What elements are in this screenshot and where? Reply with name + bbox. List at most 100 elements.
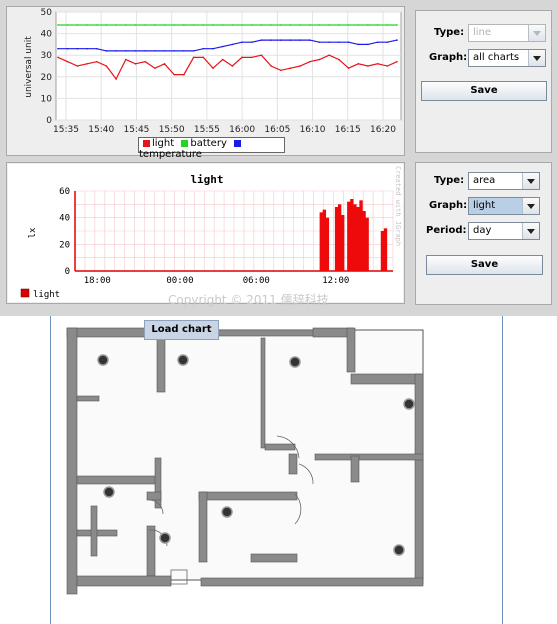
data-point-battery (154, 24, 156, 26)
load-chart-button[interactable]: Load chart (144, 320, 219, 340)
area-bar (365, 217, 369, 271)
save-button[interactable]: Save (426, 255, 543, 275)
chevron-down-icon[interactable] (522, 198, 539, 214)
wall (260, 337, 266, 449)
data-point-light (289, 67, 292, 69)
wall (76, 395, 100, 402)
data-point-temperature (95, 47, 98, 50)
type-select: line (468, 24, 546, 42)
data-point-battery (318, 24, 321, 26)
floor-plan (66, 327, 424, 595)
data-point-light (192, 56, 195, 59)
data-point-battery (279, 24, 282, 26)
area-bar (380, 231, 385, 271)
chevron-down-icon[interactable] (522, 223, 539, 239)
data-point-temperature (309, 39, 311, 41)
period-label: Period: (426, 225, 467, 236)
wall (264, 443, 296, 451)
sensor-icon (177, 354, 189, 366)
data-point-light (367, 65, 369, 67)
data-point-light (396, 60, 398, 63)
data-point-temperature (154, 50, 156, 52)
legend-label: light (33, 290, 60, 300)
top-chart-legend: light battery temperature (138, 137, 285, 160)
data-point-battery (212, 24, 214, 26)
data-point-battery (328, 24, 331, 26)
type-select[interactable]: area (468, 172, 540, 190)
x-tick-label: 18:00 (84, 276, 111, 286)
data-point-battery (173, 24, 176, 26)
wall (350, 455, 360, 483)
data-point-temperature (183, 50, 185, 52)
period-select-value: day (473, 225, 492, 236)
data-point-battery (105, 24, 108, 26)
data-point-temperature (163, 50, 166, 52)
data-point-temperature (125, 50, 127, 52)
data-point-battery (183, 24, 185, 26)
data-point-battery (250, 24, 253, 26)
top-chart-panel: 50 40 30 20 10 0 15:35 15:40 15:45 15:50 15:55 16:… (6, 6, 405, 160)
area-bar (359, 200, 363, 271)
data-point-light (347, 67, 350, 69)
data-point-temperature (279, 39, 282, 41)
data-point-battery (134, 24, 137, 26)
wall (146, 525, 156, 577)
chevron-down-icon[interactable] (522, 173, 539, 189)
x-tick-label: 16:05 (264, 125, 290, 135)
save-button[interactable]: Save (421, 81, 547, 101)
area-bar (356, 207, 360, 271)
top-line-chart: 50 40 30 20 10 0 15:35 15:40 15:45 15:50 15:55 16:… (24, 8, 402, 135)
data-point-battery (260, 24, 263, 26)
data-point-light (299, 65, 301, 67)
data-point-battery (270, 24, 272, 26)
data-point-light (66, 60, 69, 63)
data-point-light (338, 58, 340, 61)
wall (66, 327, 78, 595)
data-point-battery (202, 24, 205, 26)
data-point-battery (125, 24, 127, 26)
data-point-battery (66, 24, 69, 26)
period-select[interactable]: day (468, 222, 540, 240)
legend-item-light: light (139, 138, 174, 149)
data-point-battery (221, 24, 224, 26)
wall (288, 453, 298, 475)
sensor-icon (103, 486, 115, 498)
data-point-light (221, 58, 224, 61)
data-point-light (212, 67, 214, 69)
data-point-battery (76, 24, 79, 26)
area-bar (347, 201, 351, 271)
data-point-light (125, 58, 127, 61)
y-tick-label: 40 (59, 214, 70, 224)
graph-select[interactable]: light (468, 197, 540, 215)
data-point-light (270, 65, 272, 67)
x-tick-label: 15:45 (123, 125, 149, 135)
x-tick-label: 00:00 (166, 276, 193, 286)
y-tick-label: 50 (41, 8, 53, 18)
data-point-temperature (221, 45, 224, 48)
bottom-chart-panel: light lx 60 40 20 0 18:00 00:00 06:00 12:00 Cr… (6, 162, 405, 304)
wall (76, 475, 158, 485)
floor-plan-area: Load chart (50, 316, 503, 624)
data-point-light (76, 65, 79, 67)
data-point-battery (192, 24, 195, 26)
data-point-light (95, 60, 98, 63)
data-point-battery (396, 24, 398, 26)
data-point-light (86, 63, 88, 65)
y-tick-label: 10 (41, 94, 53, 104)
data-point-temperature (367, 43, 369, 46)
data-point-temperature (212, 47, 214, 50)
graph-select[interactable]: all charts (468, 49, 546, 67)
data-point-temperature (241, 41, 243, 44)
data-point-battery (376, 24, 379, 26)
data-point-light (241, 56, 243, 59)
data-point-light (163, 63, 166, 65)
area-bar (350, 199, 354, 271)
data-point-battery (241, 24, 243, 26)
data-point-temperature (318, 41, 321, 44)
data-point-battery (289, 24, 292, 26)
chevron-down-icon[interactable] (528, 50, 545, 66)
area-bar (383, 228, 388, 271)
top-controls-panel: Type: line Graph: all charts Save (415, 10, 552, 153)
data-point-battery (57, 24, 59, 26)
graph-label: Graph: (429, 52, 468, 63)
